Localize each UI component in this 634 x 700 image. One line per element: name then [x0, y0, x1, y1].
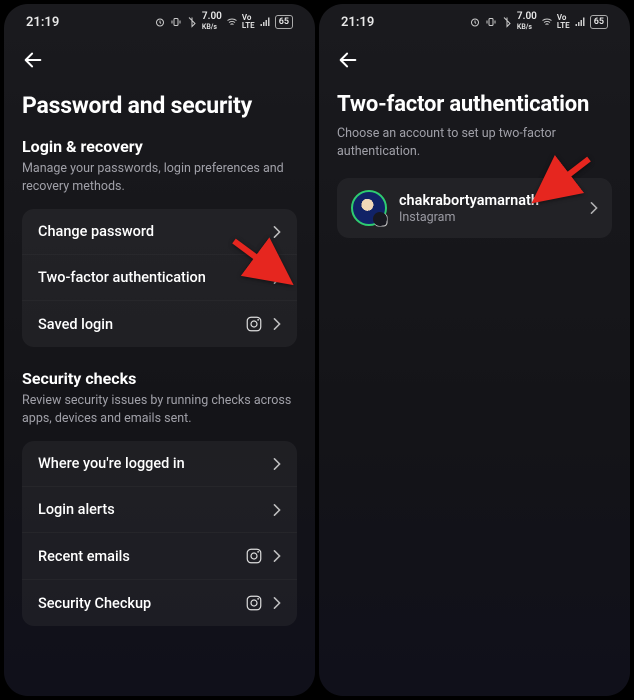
instagram-icon: [245, 594, 263, 612]
status-time: 21:19: [341, 15, 374, 30]
wifi-icon: [541, 16, 553, 28]
signal-icon: [259, 16, 271, 28]
security-checks-card: Where you're logged in Login alerts Rece…: [22, 441, 297, 626]
alarm-icon: [469, 16, 481, 28]
chevron-right-icon: [273, 597, 281, 609]
account-card: chakrabortyamarnath Instagram: [337, 178, 612, 238]
chevron-right-icon: [273, 318, 281, 330]
chevron-right-icon: [273, 226, 281, 238]
account-text: chakrabortyamarnath Instagram: [399, 192, 590, 225]
battery-indicator: 65: [275, 15, 293, 29]
arrow-left-icon: [337, 49, 359, 71]
instagram-icon: [245, 315, 263, 333]
back-button[interactable]: [337, 46, 365, 74]
network-label: VoLTE: [242, 14, 255, 30]
page-title: Password and security: [22, 92, 297, 119]
back-button[interactable]: [22, 46, 50, 74]
login-recovery-card: Change password Two-factor authenticatio…: [22, 209, 297, 347]
section-sub-security: Review security issues by running checks…: [22, 392, 297, 427]
wifi-icon: [226, 16, 238, 28]
vibrate-icon: [485, 16, 497, 28]
status-bar: 21:19 7.00KB/s VoLTE 65: [4, 4, 315, 36]
row-label: Saved login: [38, 316, 245, 333]
row-label: Login alerts: [38, 501, 273, 518]
row-change-password[interactable]: Change password: [22, 209, 297, 254]
row-label: Two-factor authentication: [38, 269, 273, 286]
phone-right: 21:19 7.00KB/s VoLTE 65 Two-factor authe…: [319, 4, 630, 696]
status-indicators: 7.00KB/s VoLTE 65: [469, 12, 608, 32]
battery-indicator: 65: [590, 15, 608, 29]
page-title: Two-factor authentication: [337, 92, 612, 117]
chevron-right-icon: [273, 550, 281, 562]
network-label: VoLTE: [557, 14, 570, 30]
row-label: Security Checkup: [38, 595, 245, 612]
vibrate-icon: [170, 16, 182, 28]
row-label: Change password: [38, 223, 273, 240]
row-logged-in[interactable]: Where you're logged in: [22, 441, 297, 486]
section-heading-security: Security checks: [22, 369, 297, 388]
row-recent-emails[interactable]: Recent emails: [22, 532, 297, 579]
page-content: Two-factor authentication Choose an acco…: [319, 36, 630, 696]
avatar: [351, 190, 387, 226]
chevron-right-icon: [273, 458, 281, 470]
arrow-left-icon: [22, 49, 44, 71]
row-login-alerts[interactable]: Login alerts: [22, 486, 297, 532]
account-platform: Instagram: [399, 210, 590, 225]
page-subtitle: Choose an account to set up two-factor a…: [337, 125, 612, 160]
chevron-right-icon: [590, 202, 598, 214]
status-time: 21:19: [26, 15, 59, 30]
bluetooth-icon: [186, 16, 198, 28]
instagram-icon: [373, 212, 389, 228]
status-indicators: 7.00KB/s VoLTE 65: [154, 12, 293, 32]
signal-icon: [574, 16, 586, 28]
alarm-icon: [154, 16, 166, 28]
status-bar: 21:19 7.00KB/s VoLTE 65: [319, 4, 630, 36]
instagram-icon: [245, 547, 263, 565]
account-row[interactable]: chakrabortyamarnath Instagram: [337, 178, 612, 238]
row-label: Where you're logged in: [38, 455, 273, 472]
bluetooth-icon: [501, 16, 513, 28]
row-saved-login[interactable]: Saved login: [22, 300, 297, 347]
section-heading-login: Login & recovery: [22, 137, 297, 156]
page-content: Password and security Login & recovery M…: [4, 36, 315, 696]
phone-left: 21:19 7.00KB/s VoLTE 65 Password and sec…: [4, 4, 315, 696]
row-label: Recent emails: [38, 548, 245, 565]
row-security-checkup[interactable]: Security Checkup: [22, 579, 297, 626]
account-name: chakrabortyamarnath: [399, 192, 590, 209]
section-sub-login: Manage your passwords, login preferences…: [22, 160, 297, 195]
chevron-right-icon: [273, 272, 281, 284]
row-two-factor[interactable]: Two-factor authentication: [22, 254, 297, 300]
chevron-right-icon: [273, 504, 281, 516]
